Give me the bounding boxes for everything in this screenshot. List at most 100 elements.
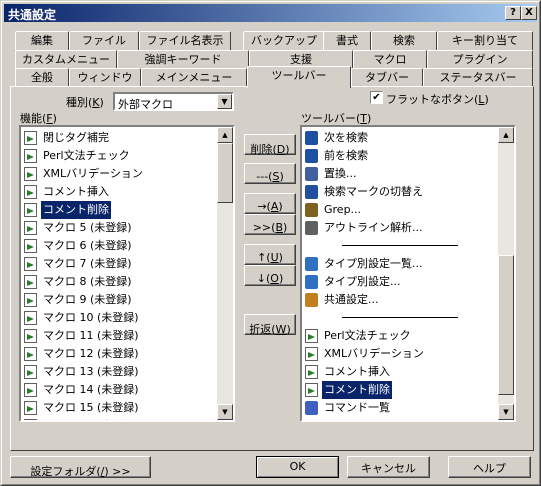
tab-row1-4[interactable]: 書式 [323,31,371,50]
tab-row3-0[interactable]: 全般 [15,68,69,87]
function-list-item[interactable]: マクロ 12 (未登録) [24,345,214,363]
binoculars-down-icon [305,131,318,145]
toolbar-list-item[interactable]: 共通設定... [305,291,495,309]
tab-row1-3[interactable]: バックアップ [243,31,325,50]
function-list-item-label: マクロ 16 (未登録) [41,417,141,420]
insert-button[interactable]: →(A) [244,193,296,214]
tab-row3-5[interactable]: ステータスバー [423,68,533,87]
toolbar-list-item-label: タイプ別設定... [324,275,401,288]
function-list-item-label: コメント挿入 [43,185,109,198]
macro-icon [24,419,37,420]
close-icon[interactable]: X [521,6,537,20]
tab-row2-0[interactable]: カスタムメニュー [15,50,117,69]
tab-row2-3[interactable]: マクロ [353,50,427,69]
toolbar-list-item-label: Perl文法チェック [324,329,411,342]
function-list-item[interactable]: マクロ 8 (未登録) [24,273,214,291]
move-up-button[interactable]: ↑(U) [244,244,296,265]
tab-row1-5[interactable]: 検索 [371,31,437,50]
help-button[interactable]: ヘルプ [448,456,531,478]
toolbar-list-item[interactable]: 置換... [305,165,495,183]
function-listbox[interactable]: ▲ ▼ 閉じタグ補完 Perl文法チェック XMLバリデーションコメント挿入コメント… [19,125,235,422]
scroll-thumb[interactable] [217,143,233,203]
scroll-down-icon[interactable]: ▼ [217,404,233,420]
function-list-item[interactable]: マクロ 11 (未登録) [24,327,214,345]
tab-row1-2[interactable]: ファイル名表示 [139,31,231,50]
toolbar-list-item[interactable]: 前を検索 [305,147,495,165]
macro-icon [24,383,37,397]
macro-icon [24,275,37,289]
chevron-down-icon[interactable]: ▼ [217,94,232,109]
toolbar-list-item[interactable]: タイプ別設定... [305,273,495,291]
move-down-button[interactable]: ↓(O) [244,265,296,286]
toolbar-list-item[interactable]: Perl文法チェック [305,327,495,345]
command-list-icon [305,401,318,415]
toolbar-separator[interactable] [342,245,458,246]
macro-icon [24,329,37,343]
function-list-scrollbar[interactable]: ▲ ▼ [217,127,233,420]
tab-row2-1[interactable]: 強調キーワード [117,50,249,69]
toolbar-list-item[interactable]: タイプ別設定一覧... [305,255,495,273]
function-list-item[interactable]: Perl文法チェック [24,147,214,165]
tab-row3-3[interactable]: ツールバー [247,66,351,88]
function-list-item-label: マクロ 15 (未登録) [43,401,139,414]
append-button[interactable]: >>(B) [244,214,296,235]
toolbar-list-item[interactable]: 次を検索 [305,129,495,147]
wrap-button[interactable]: 折返(W) [244,314,296,336]
toolbar-list-item[interactable]: コメント挿入 [305,363,495,381]
toolbar-list-item-label: Grep... [324,203,362,216]
delete-button[interactable]: 削除(D) [244,134,296,156]
toolbar-list-scrollbar[interactable]: ▲ ▼ [498,127,514,420]
function-list-item[interactable]: 閉じタグ補完 [24,129,214,147]
function-list-item[interactable]: マクロ 9 (未登録) [24,291,214,309]
toolbar-list-item[interactable]: Grep... [305,201,495,219]
cancel-button[interactable]: キャンセル [347,456,430,478]
title-bar[interactable]: 共通設定 ? X [4,4,537,22]
tab-row2-4[interactable]: プラグイン [427,50,533,69]
function-list-item[interactable]: マクロ 6 (未登録) [24,237,214,255]
function-list-item[interactable]: マクロ 16 (未登録) [24,417,214,420]
help-icon[interactable]: ? [505,6,521,20]
tab-row3-4[interactable]: タブバー [351,68,423,87]
function-list-item-label: マクロ 7 (未登録) [43,257,132,270]
function-list-item[interactable]: マクロ 10 (未登録) [24,309,214,327]
toolbar-list-item-label: 共通設定... [324,293,379,306]
toolbar-list-item[interactable]: XMLバリデーション [305,345,495,363]
outline-icon [305,221,318,235]
flat-button-label: フラットなボタン(L) [386,93,489,106]
toolbar-list-item-label: アウトライン解析... [324,221,423,234]
common-settings-icon [305,293,318,307]
scroll-up-icon[interactable]: ▲ [498,127,514,143]
function-list-item[interactable]: マクロ 14 (未登録) [24,381,214,399]
function-list-item[interactable]: マクロ 5 (未登録) [24,219,214,237]
scroll-thumb[interactable] [498,255,514,395]
tab-row1-1[interactable]: ファイル [69,31,139,50]
tab-row3-1[interactable]: ウィンドウ [69,68,141,87]
function-list-item[interactable]: コメント削除 [24,201,214,219]
toolbar-list-item[interactable]: 検索マークの切替え [305,183,495,201]
function-list-item-label: マクロ 10 (未登録) [43,311,139,324]
separator-button[interactable]: ---(S) [244,163,296,184]
function-list-item-label: マクロ 12 (未登録) [43,347,139,360]
kind-select[interactable]: 外部マクロ ▼ [113,92,234,111]
tab-row3-2[interactable]: メインメニュー [141,68,247,87]
tab-row1-0[interactable]: 編集 [15,31,69,50]
settings-folder-button[interactable]: 設定フォルダ(/) >> [10,456,151,478]
macro-icon [24,167,37,181]
macro-icon [24,347,37,361]
toolbar-list-item[interactable]: アウトライン解析... [305,219,495,237]
toolbar-list-item[interactable]: コマンド一覧 [305,399,495,417]
scroll-up-icon[interactable]: ▲ [217,127,233,143]
checkbox-box[interactable]: ✔ [370,91,383,104]
tab-row1-6[interactable]: キー割り当て [437,31,533,50]
toolbar-list-item[interactable]: コメント削除 [305,381,495,399]
ok-button[interactable]: OK [256,456,339,478]
toolbar-separator[interactable] [342,317,458,318]
function-list-item[interactable]: コメント挿入 [24,183,214,201]
scroll-down-icon[interactable]: ▼ [498,404,514,420]
function-list-item[interactable]: マクロ 13 (未登録) [24,363,214,381]
toolbar-listbox[interactable]: ▲ ▼ 次を検索 前を検索 置換... 検索マークの切替え Grep... アウトライン解… [300,125,516,422]
function-list-item[interactable]: マクロ 15 (未登録) [24,399,214,417]
function-list-item[interactable]: XMLバリデーション [24,165,214,183]
macro-icon [24,293,37,307]
function-list-item[interactable]: マクロ 7 (未登録) [24,255,214,273]
